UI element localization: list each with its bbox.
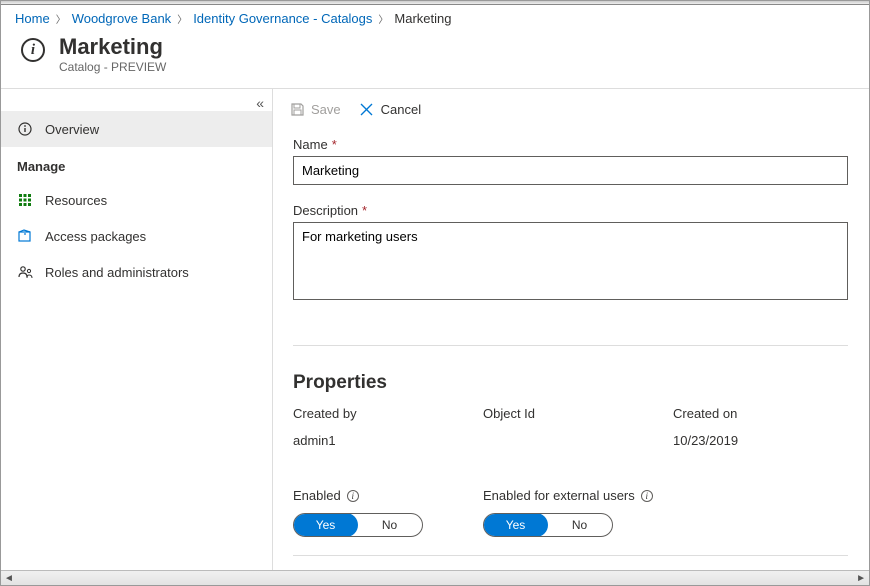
sidebar-item-resources[interactable]: Resources [1,182,272,218]
page-subtitle: Catalog - PREVIEW [59,60,166,74]
name-label: Name* [293,137,849,152]
sidebar-item-label: Overview [45,122,99,137]
info-icon[interactable]: i [641,490,653,502]
breadcrumb-home[interactable]: Home [15,11,50,26]
description-label: Description* [293,203,849,218]
sidebar-group-manage: Manage [1,147,272,182]
cancel-label: Cancel [381,102,421,117]
created-by-label: Created by [293,406,483,421]
package-icon [17,228,33,244]
info-icon [17,121,33,137]
chevron-right-icon: 〉 [56,11,66,26]
save-label: Save [311,102,341,117]
scroll-left-icon[interactable]: ◄ [1,573,17,584]
divider [293,555,848,556]
object-id-label: Object Id [483,406,673,421]
breadcrumb: Home 〉 Woodgrove Bank 〉 Identity Governa… [1,5,869,26]
toggle-yes[interactable]: Yes [293,513,358,537]
close-icon [359,101,375,117]
cancel-button[interactable]: Cancel [359,101,421,117]
properties-heading: Properties [293,372,849,394]
breadcrumb-section[interactable]: Identity Governance - Catalogs [193,11,372,26]
toolbar: Save Cancel [273,89,869,123]
sidebar-item-label: Access packages [45,229,146,244]
page-header: i Marketing Catalog - PREVIEW [1,26,869,89]
save-button: Save [289,101,341,117]
enabled-label: Enabled i [293,488,483,503]
horizontal-scrollbar[interactable]: ◄ ► [1,570,869,585]
enabled-external-toggle[interactable]: Yes No [483,513,613,537]
enabled-toggle[interactable]: Yes No [293,513,423,537]
toggle-no[interactable]: No [547,514,612,536]
description-input[interactable] [293,222,848,300]
created-on-label: Created on [673,406,848,421]
sidebar-item-label: Roles and administrators [45,265,189,280]
enabled-external-label: Enabled for external users i [483,488,733,503]
sidebar: « Overview Manage Resources Access packa… [1,89,273,570]
grid-icon [17,192,33,208]
sidebar-item-overview[interactable]: Overview [1,111,272,147]
breadcrumb-org[interactable]: Woodgrove Bank [72,11,172,26]
toggle-no[interactable]: No [357,514,422,536]
divider [293,345,848,346]
name-input[interactable] [293,156,848,185]
breadcrumb-current: Marketing [394,11,451,26]
scroll-right-icon[interactable]: ► [853,573,869,584]
chevron-right-icon: 〉 [177,11,187,26]
info-icon: i [21,38,45,62]
toggle-yes[interactable]: Yes [483,513,548,537]
main-content: Save Cancel Name* Description* Propertie… [273,89,869,570]
sidebar-item-roles-admins[interactable]: Roles and administrators [1,254,272,290]
save-icon [289,101,305,117]
people-icon [17,264,33,280]
sidebar-item-label: Resources [45,193,107,208]
object-id-value [483,433,673,448]
collapse-sidebar-icon[interactable]: « [256,95,264,111]
page-title: Marketing [59,34,166,60]
created-on-value: 10/23/2019 [673,433,848,448]
chevron-right-icon: 〉 [378,11,388,26]
info-icon[interactable]: i [347,490,359,502]
sidebar-item-access-packages[interactable]: Access packages [1,218,272,254]
created-by-value: admin1 [293,433,483,448]
